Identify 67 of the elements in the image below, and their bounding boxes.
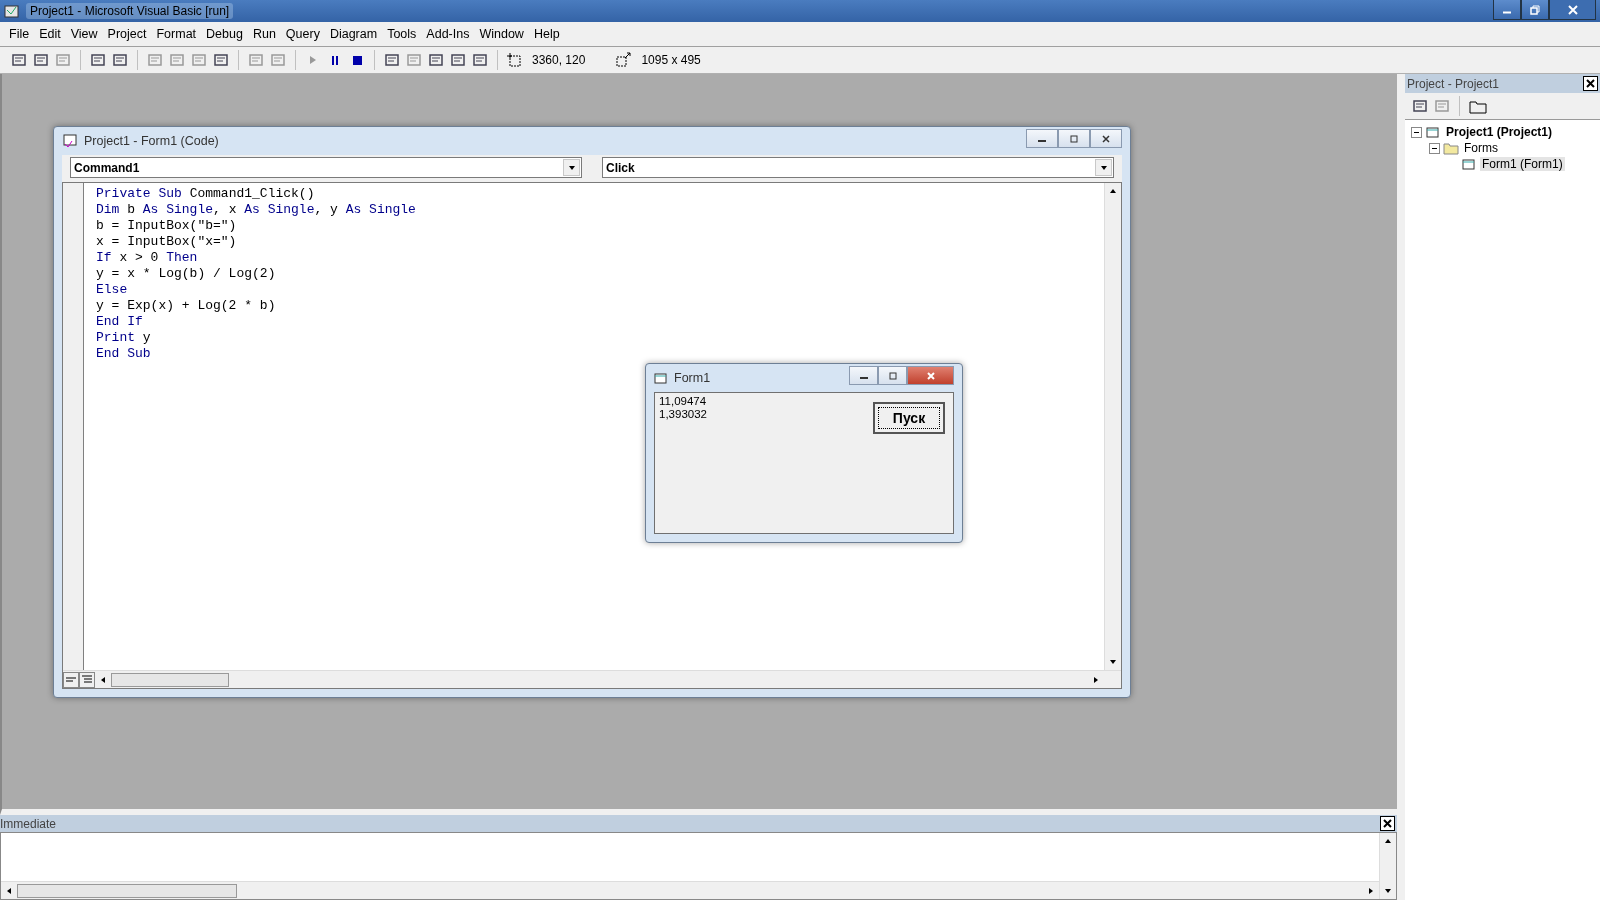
panel-title: Project - Project1: [1407, 76, 1500, 91]
output-line: 1,393032: [659, 408, 707, 421]
immediate-title: Immediate: [0, 816, 57, 831]
form-icon: [654, 372, 668, 384]
close-icon[interactable]: [1583, 76, 1598, 91]
run-button[interactable]: Пуск: [873, 402, 945, 434]
procedure-dropdown[interactable]: Click: [602, 157, 1114, 178]
minimize-button[interactable]: [849, 366, 878, 385]
output-line: 11,09474: [659, 395, 707, 408]
tree-item[interactable]: Project1 (Project1): [1444, 125, 1555, 139]
code-line: End If: [96, 314, 144, 330]
menu-item[interactable]: Edit: [34, 25, 66, 43]
menu-item[interactable]: Query: [280, 25, 325, 43]
code-window-title: Project1 - Form1 (Code): [84, 134, 219, 148]
app-icon: [4, 3, 20, 19]
project-icon: [1425, 125, 1441, 139]
close-icon: [925, 371, 936, 380]
tree-item[interactable]: Form1 (Form1): [1480, 157, 1565, 171]
code-line: y = x * Log(b) / Log(2): [96, 266, 277, 282]
position-icon: [506, 52, 522, 68]
minimize-button[interactable]: [1493, 0, 1521, 20]
code-line: Else: [96, 282, 129, 298]
menu-item[interactable]: Run: [247, 25, 281, 43]
menu-item[interactable]: Add-Ins: [421, 25, 475, 43]
size-icon: [615, 52, 632, 68]
restore-icon: [1069, 134, 1079, 143]
code-line: Private Sub Command1_Click(): [96, 186, 316, 202]
close-button[interactable]: [1549, 0, 1596, 20]
code-line: Dim b As Single, x As Single, y As Single: [96, 202, 417, 218]
module-view-icon[interactable]: [79, 671, 95, 688]
object-dropdown[interactable]: Command1: [70, 157, 582, 178]
menu-item[interactable]: File: [4, 25, 35, 43]
menu-item[interactable]: Help: [528, 25, 565, 43]
restore-button[interactable]: [1521, 0, 1549, 20]
code-line: x = InputBox("x="): [96, 234, 238, 250]
close-icon: [1567, 4, 1578, 15]
collapse-toggle[interactable]: [1429, 142, 1440, 154]
minimize-button[interactable]: [1026, 129, 1058, 148]
minimize-icon: [1502, 11, 1512, 14]
procedure-view-icon[interactable]: [63, 671, 79, 688]
code-line: End Sub: [96, 346, 152, 362]
scroll-thumb[interactable]: [111, 672, 229, 687]
size-readout: 1095 x 495: [641, 53, 701, 67]
tree-item[interactable]: Forms: [1462, 141, 1500, 155]
restore-icon: [1530, 4, 1540, 15]
form-title: Form1: [674, 371, 711, 385]
form-icon: [1461, 157, 1477, 171]
menu-item[interactable]: Format: [151, 25, 202, 43]
scroll-thumb[interactable]: [17, 883, 237, 898]
menu-item[interactable]: Window: [474, 25, 529, 43]
code-icon: [62, 134, 78, 148]
code-line: If x > 0 Then: [96, 250, 199, 266]
restore-icon: [887, 371, 898, 380]
folder-icon: [1443, 141, 1459, 155]
window-title: Project1 - Microsoft Visual Basic [run]: [26, 3, 234, 19]
menu-item[interactable]: Tools: [382, 25, 422, 43]
menu-item[interactable]: Debug: [201, 25, 248, 43]
position-readout: 3360, 120: [532, 53, 586, 67]
close-icon: [1101, 134, 1111, 143]
menu-item[interactable]: Project: [102, 25, 152, 43]
code-line: b = InputBox("b="): [96, 218, 238, 234]
code-line: y = Exp(x) + Log(2 * b): [96, 298, 277, 314]
code-line: Print y: [96, 330, 152, 346]
collapse-toggle[interactable]: [1411, 126, 1422, 138]
menu-item[interactable]: View: [65, 25, 103, 43]
menu-item[interactable]: Diagram: [324, 25, 383, 43]
close-icon[interactable]: [1380, 816, 1395, 831]
